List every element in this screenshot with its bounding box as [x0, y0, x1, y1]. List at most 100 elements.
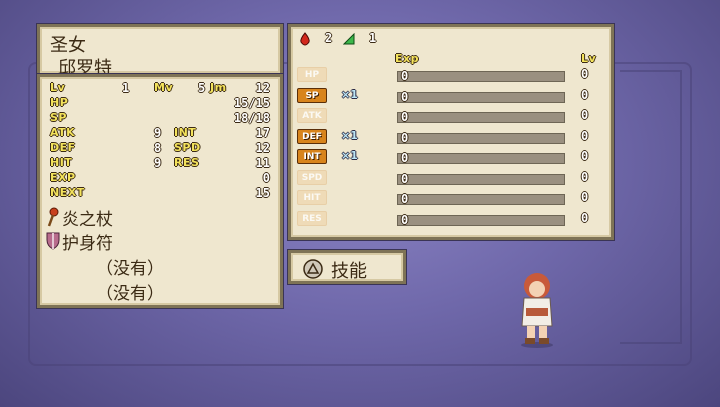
stat-value-int: 17 — [255, 126, 270, 140]
growth-row-res: RES 0 0 — [291, 210, 611, 231]
stat-value-sp: 18/18 — [233, 111, 270, 125]
stat-row-def-spd: DEF 8 SPD 12 — [50, 141, 270, 156]
equipment-name: 护身符 — [62, 234, 113, 254]
stat-badge-res: RES — [297, 210, 327, 226]
growth-row-hit: HIT 0 0 — [291, 190, 611, 210]
growth-multiplier: ×1 — [341, 149, 358, 162]
stat-value-lv: 1 — [122, 81, 130, 95]
stat-value-jm: 12 — [255, 81, 270, 95]
lv-value: 0 — [581, 108, 589, 122]
growth-multiplier: ×1 — [341, 87, 358, 101]
stat-label-hp: HP — [50, 96, 69, 109]
lv-value: 0 — [581, 210, 589, 225]
exp-bar — [397, 194, 565, 205]
header-exp: Exp — [395, 52, 419, 65]
stat-value-res: 11 — [255, 156, 270, 170]
staff-icon — [47, 207, 59, 227]
stat-badge-sp: SP — [297, 87, 327, 103]
growth-panel: 2 1 Exp Lv HP 0 0 SP ×1 0 0 ATK 0 0 DEF ×1 0 0 INT ×1 0 0… — [288, 24, 614, 240]
stat-label-exp: EXP — [50, 171, 76, 184]
stat-value-spd: 12 — [255, 141, 270, 155]
stat-row-hp: HP 15/15 — [50, 96, 270, 111]
lv-value: 0 — [581, 149, 589, 163]
stat-value-atk: 9 — [154, 126, 162, 140]
exp-value: 0 — [401, 69, 409, 83]
exp-value: 0 — [401, 110, 409, 124]
stat-badge-def: DEF — [297, 128, 327, 144]
equipment-slot-empty[interactable]: （没有） — [46, 279, 266, 304]
stat-label-next: NEXT — [50, 186, 85, 199]
stat-value-def: 8 — [154, 141, 162, 155]
stat-label-atk: ATK — [50, 126, 76, 139]
character-name-panel: 圣女 邱罗特 — [37, 24, 283, 79]
equipment-name: （没有） — [96, 259, 164, 279]
exp-value: 0 — [401, 171, 409, 186]
growth-row-def: DEF ×1 0 0 — [291, 128, 611, 149]
stat-label-def: DEF — [50, 141, 76, 154]
stat-label-hit: HIT — [50, 156, 73, 169]
lv-value: 0 — [581, 190, 589, 204]
triangle-button-icon — [303, 259, 323, 279]
lv-value: 0 — [581, 128, 589, 143]
equipment-name: 炎之杖 — [62, 210, 113, 230]
stat-value-hit: 9 — [154, 156, 162, 170]
growth-row-sp: SP ×1 0 0 — [291, 87, 611, 108]
exp-bar — [397, 214, 565, 226]
exp-bar — [397, 132, 565, 144]
stat-row-atk-int: ATK 9 INT 17 — [50, 126, 270, 141]
exp-bar — [397, 153, 565, 164]
stat-label-sp: SP — [50, 111, 67, 124]
exp-value: 0 — [401, 89, 409, 104]
stat-badge-hp: HP — [297, 67, 327, 82]
stat-badge-atk: ATK — [297, 108, 327, 123]
exp-bar — [397, 112, 565, 123]
growth-row-spd: SPD 0 0 — [291, 169, 611, 190]
stat-row-sp: SP 18/18 — [50, 111, 270, 126]
growth-row-atk: ATK 0 0 — [291, 108, 611, 128]
exp-value: 0 — [401, 151, 409, 165]
stat-value-mv: 5 — [198, 81, 206, 95]
stat-row-hit-res: HIT 9 RES 11 — [50, 156, 270, 171]
equipment-slot-empty[interactable]: （没有） — [46, 254, 266, 279]
exp-bar — [397, 71, 565, 82]
stat-row-exp: EXP 0 — [50, 171, 270, 186]
lv-value: 0 — [581, 169, 589, 184]
stat-row-level: Lv 1 Mv 5 Jm 12 — [50, 81, 270, 96]
lv-value: 0 — [581, 67, 589, 81]
stat-label-int: INT — [174, 126, 197, 139]
stat-value-hp: 15/15 — [233, 96, 270, 110]
equipment-name: （没有） — [96, 284, 164, 304]
growth-row-int: INT ×1 0 0 — [291, 149, 611, 169]
header-lv: Lv — [581, 52, 597, 65]
character-sprite — [521, 273, 553, 348]
stat-label-res: RES — [174, 156, 200, 169]
exp-bar — [397, 173, 565, 185]
stat-label-lv: Lv — [50, 81, 66, 94]
growth-row-hp: HP 0 0 — [291, 67, 611, 87]
stat-label-jm: Jm — [210, 81, 227, 94]
exp-value: 0 — [401, 192, 409, 206]
lv-value: 0 — [581, 87, 589, 102]
stat-badge-spd: SPD — [297, 169, 327, 185]
exp-value: 0 — [401, 130, 409, 145]
exp-value: 0 — [401, 212, 409, 227]
growth-multiplier: ×1 — [341, 128, 358, 142]
red-orb-count: 2 — [325, 31, 333, 45]
stat-label-mv: Mv — [154, 81, 174, 94]
red-orb-icon — [300, 32, 310, 46]
skill-button[interactable]: 技能 — [288, 250, 406, 284]
background-frame-inner — [620, 70, 682, 344]
equipment-item-accessory[interactable]: 护身符 — [46, 229, 266, 254]
green-triangle-icon — [343, 33, 355, 45]
equipment-item-weapon[interactable]: 炎之杖 — [46, 205, 266, 230]
exp-bar — [397, 91, 565, 103]
stat-label-spd: SPD — [174, 141, 201, 154]
stat-value-next: 15 — [255, 186, 270, 200]
stat-badge-hit: HIT — [297, 190, 327, 205]
stat-badge-int: INT — [297, 149, 327, 164]
shield-icon — [46, 232, 60, 250]
stats-panel: Lv 1 Mv 5 Jm 12 HP 15/15 SP 18/18 ATK 9 … — [37, 74, 283, 308]
stat-row-next: NEXT 15 — [50, 186, 270, 201]
skill-button-label: 技能 — [331, 261, 367, 282]
green-triangle-count: 1 — [369, 31, 377, 45]
